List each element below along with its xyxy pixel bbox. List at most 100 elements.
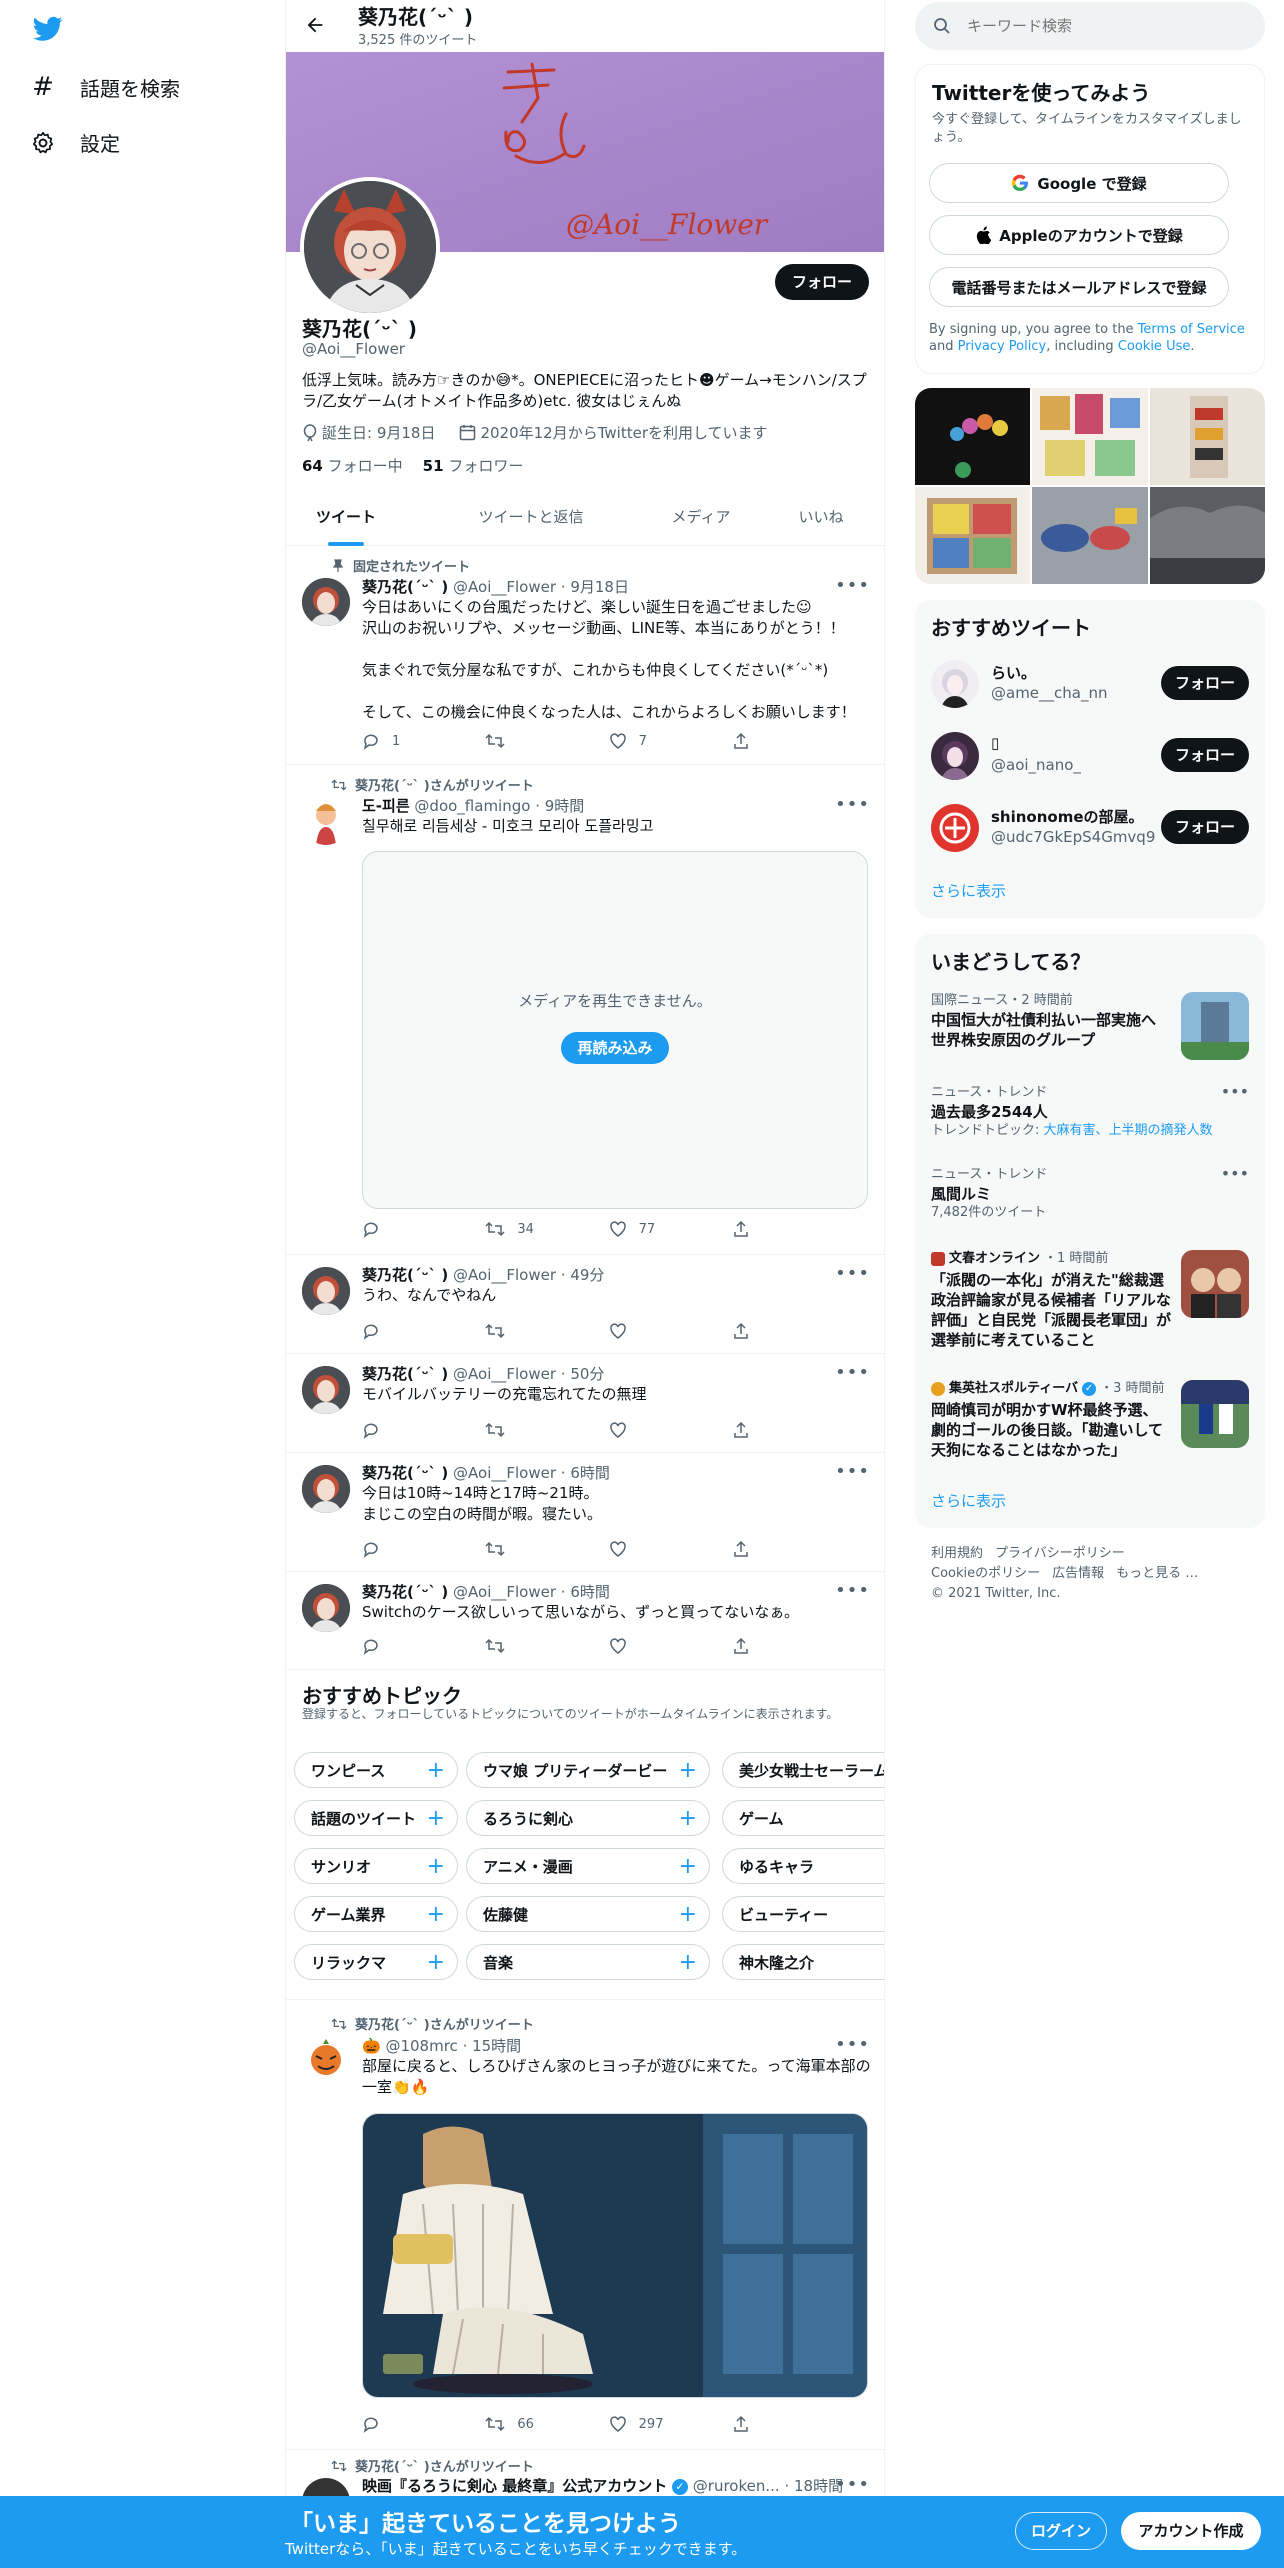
topic-chip[interactable]: ビューティー (722, 1896, 884, 1932)
trends-show-more[interactable]: さらに表示 (931, 1490, 1006, 1511)
create-account-button[interactable]: アカウント作成 (1121, 2512, 1261, 2550)
footer-link[interactable]: Cookieのポリシー (931, 1566, 1040, 1581)
avatar[interactable] (931, 660, 979, 708)
terms-link[interactable]: Terms of Service (1138, 322, 1245, 337)
retweet-button[interactable]: 34 (485, 1219, 545, 1239)
tweet-short[interactable]: 葵乃花(ˊᵕˋ ) @Aoi__Flower · 6時間 今日は10時~14時と… (286, 1453, 884, 1572)
search-box[interactable] (915, 2, 1265, 50)
reload-button[interactable]: 再読み込み (561, 1032, 669, 1064)
google-signup-button[interactable]: Google で登録 (929, 163, 1229, 203)
media-container[interactable]: メディアを再生できません。 再読み込み (362, 851, 868, 1209)
share-button[interactable] (732, 1420, 792, 1440)
reply-button[interactable] (362, 2414, 422, 2434)
tweet-author[interactable]: 葵乃花(ˊᵕˋ ) (362, 1583, 448, 1601)
like-button[interactable]: 7 (609, 731, 669, 751)
topic-chip[interactable]: ウマ娘 プリティーダービー + (466, 1752, 710, 1788)
tab-media[interactable]: メディア (651, 506, 751, 546)
more-icon[interactable]: ••• (835, 2034, 870, 2055)
phone-email-signup-button[interactable]: 電話番号またはメールアドレスで登録 (929, 267, 1229, 307)
tweet-image[interactable] (362, 2113, 868, 2398)
more-icon[interactable]: ••• (835, 2474, 870, 2495)
tab-tweets-and-replies[interactable]: ツイートと返信 (451, 506, 611, 546)
tweet-short[interactable]: 葵乃花(ˊᵕˋ ) @Aoi__Flower · 49分 うわ、なんでやねん •… (286, 1255, 884, 1354)
tweet-author[interactable]: 葵乃花(ˊᵕˋ ) (362, 1365, 448, 1383)
like-button[interactable]: 77 (609, 1219, 669, 1239)
tweet-retweet-image[interactable]: 葵乃花(ˊᵕˋ )さんがリツイート 🎃 @108mrc · 15時間 部屋に戻る… (286, 2000, 884, 2450)
recommended-show-more[interactable]: さらに表示 (931, 880, 1006, 901)
login-button[interactable]: ログイン (1015, 2512, 1107, 2550)
tweet-author[interactable]: 葵乃花(ˊᵕˋ ) (362, 1464, 448, 1482)
topic-chip[interactable]: 話題のツイート + (294, 1800, 458, 1836)
topic-chip[interactable]: ワンピース + (294, 1752, 458, 1788)
twitter-logo-icon[interactable] (33, 16, 63, 42)
tab-tweets[interactable]: ツイート (306, 506, 386, 546)
more-icon[interactable]: ••• (1221, 1164, 1249, 1183)
retweet-button[interactable] (485, 1321, 545, 1341)
trend-item[interactable]: 国際ニュース・2 時間前 中国恒大が社債利払い一部実施へ 世界株安原因のグループ (931, 992, 1249, 1072)
avatar[interactable] (302, 1584, 350, 1632)
tweet-author[interactable]: 葵乃花(ˊᵕˋ ) (362, 1266, 448, 1284)
topic-chip[interactable]: るろうに剣心 + (466, 1800, 710, 1836)
trend-item[interactable]: 文春オンライン ・1 時間前 「派閥の一本化」が消えた"総裁選 政治評論家が見る… (931, 1250, 1249, 1362)
avatar[interactable] (302, 797, 350, 845)
more-icon[interactable]: ••• (835, 1362, 870, 1383)
trend-item[interactable]: ニュース・トレンド 風間ルミ 7,482件のツイート ••• (931, 1164, 1249, 1236)
more-icon[interactable]: ••• (835, 1461, 870, 1482)
like-button[interactable] (609, 1539, 669, 1559)
reply-button[interactable] (362, 1636, 422, 1656)
more-icon[interactable]: ••• (835, 1263, 870, 1284)
privacy-link[interactable]: Privacy Policy (958, 339, 1047, 354)
avatar[interactable] (931, 804, 979, 852)
retweet-button[interactable] (485, 1539, 545, 1559)
like-button[interactable] (609, 1636, 669, 1656)
tweet-short[interactable]: 葵乃花(ˊᵕˋ ) @Aoi__Flower · 50分 モバイルバッテリーの充… (286, 1354, 884, 1453)
tweet-author[interactable]: 🎃 (362, 2037, 381, 2055)
share-button[interactable] (732, 1539, 792, 1559)
tweet-author[interactable]: 도-피른 (362, 797, 410, 815)
topic-chip[interactable]: 美少女戦士セーラームーン (722, 1752, 884, 1788)
topic-chip[interactable]: ゆるキャラ (722, 1848, 884, 1884)
more-icon[interactable]: ••• (835, 794, 870, 815)
like-button[interactable]: 297 (609, 2414, 669, 2434)
reply-button[interactable] (362, 1219, 422, 1239)
trend-item[interactable]: 集英社スポルティーバ ✓ ・3 時間前 岡崎慎司が明かすW杯最終予選、劇的ゴール… (931, 1380, 1249, 1470)
tab-likes[interactable]: いいね (776, 506, 866, 546)
back-arrow-icon[interactable] (304, 14, 326, 36)
following-link[interactable]: 64 フォロー中 (302, 455, 403, 476)
avatar[interactable] (302, 2036, 350, 2084)
topic-chip[interactable]: ゲーム業界 + (294, 1896, 458, 1932)
recommended-user[interactable]: shinonomeの部屋。 @udc7GkEpS4Gmvq9 フォロー (931, 798, 1249, 858)
follow-button[interactable]: フォロー (1161, 738, 1249, 772)
nav-settings[interactable]: 設定 (30, 128, 120, 157)
profile-avatar[interactable] (300, 177, 440, 317)
recommended-user[interactable]: ▯ @aoi_nano_ フォロー (931, 726, 1249, 786)
recommended-user[interactable]: らい。 @ame__cha_nn フォロー (931, 654, 1249, 714)
share-button[interactable] (732, 1636, 792, 1656)
more-icon[interactable]: ••• (835, 1580, 870, 1601)
retweet-button[interactable] (485, 731, 545, 751)
share-button[interactable] (732, 731, 792, 751)
footer-link[interactable]: プライバシーポリシー (995, 1546, 1125, 1561)
avatar[interactable] (302, 1366, 350, 1414)
reply-button[interactable] (362, 1321, 422, 1341)
apple-signup-button[interactable]: Appleのアカウントで登録 (929, 215, 1229, 255)
reply-button[interactable] (362, 1539, 422, 1559)
follow-button[interactable]: フォロー (775, 264, 869, 300)
tweet-author[interactable]: 葵乃花(ˊᵕˋ ) (362, 578, 448, 596)
tweet-short[interactable]: 葵乃花(ˊᵕˋ ) @Aoi__Flower · 6時間 Switchのケース欲… (286, 1572, 884, 1670)
avatar[interactable] (302, 1267, 350, 1315)
follow-button[interactable]: フォロー (1161, 666, 1249, 700)
like-button[interactable] (609, 1321, 669, 1341)
search-input[interactable] (967, 17, 1237, 35)
trend-topic-link[interactable]: 大麻有害、上半期の摘発人数 (1044, 1123, 1213, 1138)
footer-link[interactable]: もっと見る … (1116, 1566, 1198, 1581)
tweet-retweet-media[interactable]: 葵乃花(ˊᵕˋ )さんがリツイート 도-피른 @doo_flamingo · 9… (286, 765, 884, 1255)
avatar[interactable] (302, 578, 350, 626)
like-button[interactable] (609, 1420, 669, 1440)
retweet-button[interactable] (485, 1636, 545, 1656)
topic-chip[interactable]: 音楽 + (466, 1944, 710, 1980)
topic-chip[interactable]: 佐藤健 + (466, 1896, 710, 1932)
share-button[interactable] (732, 1321, 792, 1341)
follow-button[interactable]: フォロー (1161, 810, 1249, 844)
followers-link[interactable]: 51 フォロワー (423, 455, 524, 476)
